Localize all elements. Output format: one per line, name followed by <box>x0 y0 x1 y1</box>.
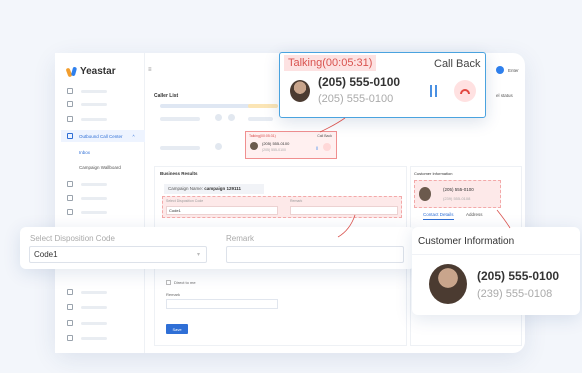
arrow-to-talking-callout <box>319 117 346 133</box>
arrow-to-customer-callout <box>496 209 511 229</box>
stage: Yeastar Outbound Call Center ^ Inbox Cam… <box>0 0 582 373</box>
connector-arrows <box>319 117 511 238</box>
arrow-to-disposition-callout <box>337 214 356 238</box>
